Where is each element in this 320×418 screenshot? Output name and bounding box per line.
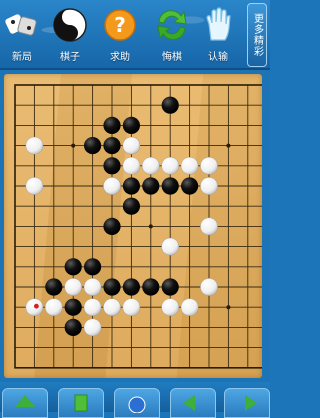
black-stone (122, 278, 140, 296)
undo-label: 悔棋 (162, 52, 182, 63)
white-stone (103, 177, 121, 195)
star-point (71, 143, 76, 148)
resign-label: 认输 (208, 52, 228, 63)
black-stone (103, 157, 121, 175)
black-stone (122, 177, 140, 195)
help-label: 求助 (110, 52, 130, 63)
back-button[interactable] (170, 388, 216, 418)
white-stone (122, 298, 141, 316)
white-stone (103, 298, 121, 316)
star-point (226, 305, 231, 310)
white-stone (83, 298, 102, 316)
up-arrow-icon (15, 395, 35, 407)
black-stone (103, 137, 121, 155)
new-game-label: 新局 (12, 52, 32, 63)
black-stone (142, 278, 160, 296)
board-grid[interactable] (4, 74, 262, 378)
white-stone (83, 278, 102, 296)
black-stone (161, 278, 179, 296)
globe-button[interactable] (114, 388, 160, 418)
white-stone (25, 177, 44, 195)
black-stone (103, 116, 121, 134)
forward-button[interactable] (224, 388, 270, 418)
help-button[interactable]: ? 求助 (98, 2, 142, 66)
go-board[interactable] (4, 74, 262, 378)
black-stone (122, 116, 140, 134)
white-stone (161, 237, 179, 256)
board-area (0, 70, 270, 382)
white-stone (141, 157, 160, 175)
white-stone (161, 298, 179, 316)
white-stone (200, 217, 218, 236)
undo-arrows-icon (157, 10, 187, 40)
back-arrow-icon (183, 395, 195, 411)
star-point (148, 224, 153, 229)
white-stone (25, 136, 44, 155)
undo-button[interactable]: 悔棋 (150, 2, 194, 66)
svg-text:?: ? (114, 13, 126, 37)
white-stone (64, 278, 82, 296)
book-icon (74, 394, 88, 412)
black-stone (103, 217, 121, 235)
new-game-button[interactable]: 新局 (0, 2, 44, 66)
bottom-bar (0, 382, 270, 418)
white-stone (44, 298, 63, 316)
more-button[interactable]: 更多精彩 (247, 3, 267, 67)
black-stone (103, 278, 121, 296)
black-stone (142, 177, 160, 195)
star-point (226, 143, 231, 148)
up-button[interactable] (2, 388, 48, 418)
black-stone (181, 177, 199, 195)
white-stone (161, 157, 179, 175)
white-stone (180, 298, 199, 316)
hand-icon (206, 7, 231, 41)
black-stone (64, 258, 82, 276)
new-game-icon (5, 14, 37, 36)
white-stone (122, 157, 141, 175)
last-move-marker (34, 303, 39, 309)
black-stone (84, 258, 102, 276)
black-stone (45, 278, 63, 296)
black-stone (64, 298, 82, 316)
white-stone (200, 177, 218, 195)
toolbar: 新局 棋子 ? 求助 悔棋 认输 更多精彩 (0, 0, 270, 70)
white-stone (83, 318, 102, 337)
globe-icon (128, 396, 146, 414)
black-stone (122, 197, 140, 215)
white-stone (180, 157, 199, 175)
black-stone (161, 177, 179, 195)
book-button[interactable] (58, 388, 104, 418)
help-icon: ? (104, 9, 136, 41)
white-stone (200, 278, 218, 296)
white-stone (122, 136, 141, 155)
black-stone (161, 96, 179, 114)
black-stone (64, 318, 82, 336)
forward-arrow-icon (245, 395, 257, 411)
stone-button[interactable]: 棋子 (48, 2, 92, 66)
stone-label: 棋子 (60, 52, 80, 63)
black-stone (84, 137, 102, 155)
resign-button[interactable]: 认输 (196, 2, 240, 66)
white-stone (200, 157, 218, 175)
yin-yang-icon (53, 8, 87, 42)
